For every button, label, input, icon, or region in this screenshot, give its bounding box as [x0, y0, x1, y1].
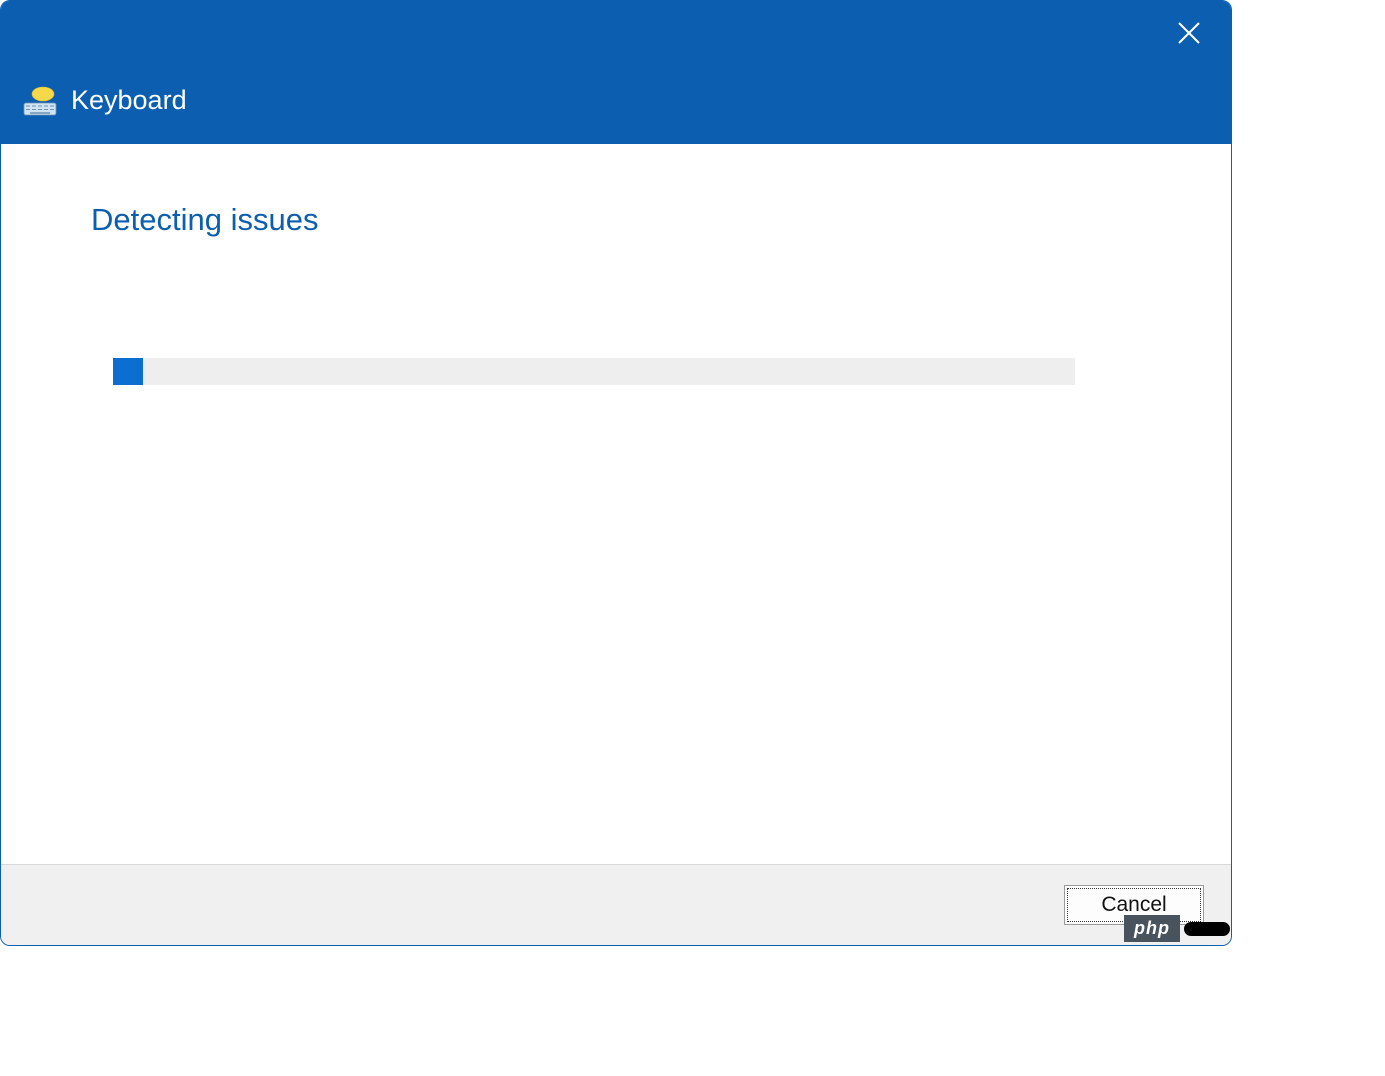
php-badge: php — [1124, 915, 1180, 942]
troubleshooter-window: Keyboard Detecting issues Cancel — [0, 0, 1232, 946]
keyboard-icon — [23, 86, 57, 116]
bottom-bar: Cancel — [1, 864, 1231, 945]
title-left: Keyboard — [23, 85, 187, 116]
status-heading: Detecting issues — [91, 202, 1141, 238]
progress-fill — [113, 358, 143, 385]
window-title: Keyboard — [71, 85, 187, 116]
close-icon[interactable] — [1175, 19, 1203, 47]
watermark-pill — [1184, 922, 1230, 936]
content-area: Detecting issues — [1, 144, 1231, 864]
progress-bar — [113, 358, 1075, 385]
title-bar: Keyboard — [1, 1, 1231, 144]
watermark: php — [1124, 915, 1230, 942]
